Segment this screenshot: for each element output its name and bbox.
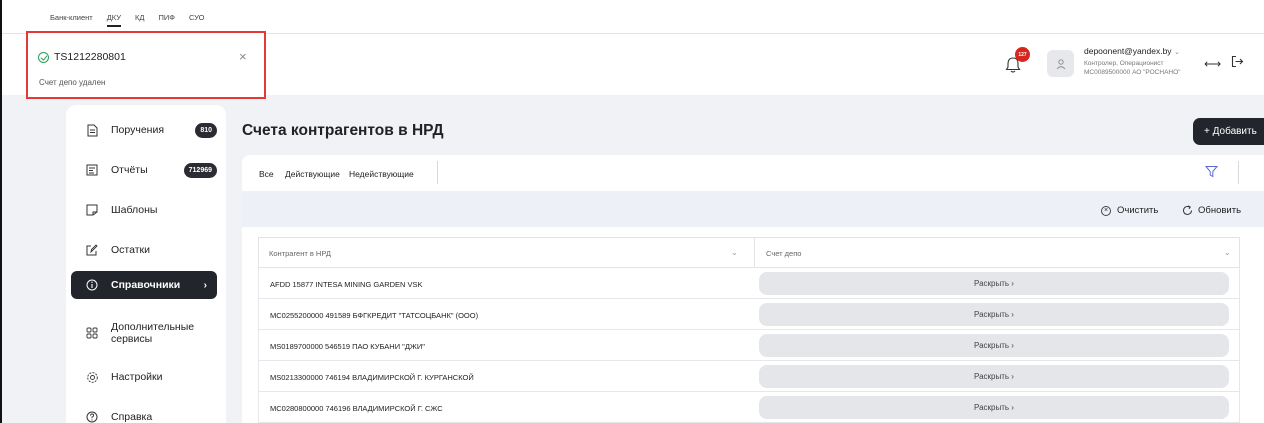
sidebar: Поручения 810 Отчёты 712969 Шаблоны Оста… [66, 105, 226, 423]
table-row: MC0255200000 491589 БФГКРЕДИТ "ТАТСОЦБАН… [258, 299, 1240, 330]
check-circle-icon [38, 52, 49, 63]
reveal-button[interactable]: Раскрыть › [759, 303, 1229, 326]
document-icon [85, 123, 99, 137]
filter-icon[interactable] [1204, 165, 1219, 183]
refresh-button[interactable]: Обновить [1182, 205, 1241, 216]
counterparty-cell: MC0255200000 491589 БФГКРЕДИТ "ТАТСОЦБАН… [270, 311, 479, 320]
user-email[interactable]: depoonent@yandex.by ⌄ [1084, 46, 1180, 56]
sidebar-item-label: Поручения [111, 124, 165, 136]
tab-inactive[interactable]: Недействующие [349, 169, 414, 179]
add-button[interactable]: + Добавить [1193, 118, 1264, 145]
table-header: Контрагент в НРД ⌄ Счет депо ⌄ [258, 237, 1240, 268]
tabs-divider-right [1238, 161, 1239, 184]
product-nav: Банк-клиент ДКУ КД ПИФ СУО [2, 0, 1264, 33]
info-icon [85, 278, 99, 292]
question-icon [85, 410, 99, 423]
close-icon[interactable]: × [239, 50, 247, 63]
refresh-icon [1183, 205, 1192, 215]
column-header-depo-account[interactable]: Счет депо [766, 249, 801, 258]
gear-icon [85, 370, 99, 384]
product-nav-suo[interactable]: СУО [189, 13, 205, 22]
edit-icon [85, 243, 99, 257]
template-icon [85, 203, 99, 217]
counterparty-cell: MS0213300000 746194 ВЛАДИМИРСКОЙ Г. КУРГ… [270, 373, 474, 382]
clear-button[interactable]: × Очистить [1101, 205, 1158, 216]
notification-count-badge: 127 [1015, 47, 1030, 62]
sidebar-item-orders[interactable]: Поручения 810 [71, 116, 217, 144]
user-roles: Контролер, Операционист [1084, 60, 1164, 67]
sidebar-item-label: Справка [111, 411, 153, 423]
counterparty-accounts-table: Контрагент в НРД ⌄ Счет депо ⌄ AFDD 1587… [242, 227, 1264, 423]
tabs-divider [437, 161, 438, 184]
reveal-button[interactable]: Раскрыть › [759, 396, 1229, 419]
tab-all[interactable]: Все [259, 169, 274, 193]
sidebar-item-label: Настройки [111, 371, 163, 383]
sidebar-item-label: Шаблоны [111, 204, 158, 216]
sidebar-item-label: Остатки [111, 244, 150, 256]
tabs-bar: Все Действующие Недействующие [242, 155, 1264, 193]
clear-label: Очистить [1117, 205, 1159, 216]
table-row: MC0280800000 746196 ВЛАДИМИРСКОЙ Г. СЖС … [258, 392, 1240, 423]
logout-icon[interactable] [1231, 55, 1244, 73]
counterparty-cell: MC0280800000 746196 ВЛАДИМИРСКОЙ Г. СЖС [270, 404, 443, 413]
notification-toast: TS1212280801 Счет депо удален × [26, 31, 266, 99]
counterparty-cell: MS0189700000 546519 ПАО КУБАНИ "ДЖИ" [270, 342, 425, 351]
reveal-button[interactable]: Раскрыть › [759, 334, 1229, 357]
chevron-down-icon: ⌄ [1173, 49, 1180, 56]
counterparty-cell: AFDD 15877 INTESA MINING GARDEN VSK [270, 280, 423, 289]
column-divider [754, 238, 755, 267]
sidebar-item-label: Отчёты [111, 164, 148, 176]
sidebar-item-label: Дополнительные сервисы [111, 321, 195, 345]
sidebar-item-additional-services[interactable]: Дополнительные сервисы [71, 316, 217, 350]
chevron-down-icon[interactable]: ⌄ [1224, 248, 1231, 257]
page-title: Счета контрагентов в НРД [242, 122, 444, 139]
table-row: AFDD 15877 INTESA MINING GARDEN VSK Раск… [258, 268, 1240, 299]
reveal-button[interactable]: Раскрыть › [759, 365, 1229, 388]
table-row: MS0189700000 546519 ПАО КУБАНИ "ДЖИ" Рас… [258, 330, 1240, 361]
refresh-label: Обновить [1198, 205, 1242, 216]
toast-message: Счет депо удален [39, 78, 106, 87]
tab-active[interactable]: Действующие [285, 169, 340, 179]
column-header-counterparty[interactable]: Контрагент в НРД [269, 249, 331, 258]
app-window: Банк-клиент ДКУ КД ПИФ СУО TS1212280801 … [0, 0, 1264, 423]
product-nav-dku[interactable]: ДКУ [106, 13, 122, 27]
reveal-button[interactable]: Раскрыть › [759, 272, 1229, 295]
toast-title: TS1212280801 [54, 51, 126, 63]
table-row: MS0213300000 746194 ВЛАДИМИРСКОЙ Г. КУРГ… [258, 361, 1240, 392]
orders-count-badge: 810 [195, 123, 217, 138]
sidebar-item-balances[interactable]: Остатки [71, 236, 217, 264]
sidebar-item-templates[interactable]: Шаблоны [71, 196, 217, 224]
chevron-right-icon: › [203, 279, 207, 291]
reports-count-badge: 712969 [183, 163, 217, 178]
swap-arrows-icon[interactable]: ⟷ [1204, 57, 1221, 71]
avatar[interactable] [1047, 50, 1074, 77]
grid-icon [85, 326, 99, 340]
sidebar-item-reports[interactable]: Отчёты 712969 [71, 156, 217, 184]
bell-icon[interactable]: 127 [1005, 47, 1030, 76]
chevron-down-icon[interactable]: ⌄ [731, 248, 738, 257]
sidebar-item-directories[interactable]: Справочники › [71, 271, 217, 299]
report-icon [85, 163, 99, 177]
sidebar-item-label: Справочники [111, 279, 181, 291]
product-nav-bank-client[interactable]: Банк-клиент [50, 13, 93, 22]
sidebar-item-help[interactable]: Справка [71, 403, 217, 423]
sidebar-item-settings[interactable]: Настройки [71, 363, 217, 391]
product-nav-kd[interactable]: КД [135, 13, 144, 22]
user-icon [1056, 58, 1065, 69]
user-org: MC0089500000 АО "РОСНАНО" [1084, 69, 1181, 76]
product-nav-pif[interactable]: ПИФ [158, 13, 174, 22]
clear-icon: × [1101, 205, 1111, 216]
